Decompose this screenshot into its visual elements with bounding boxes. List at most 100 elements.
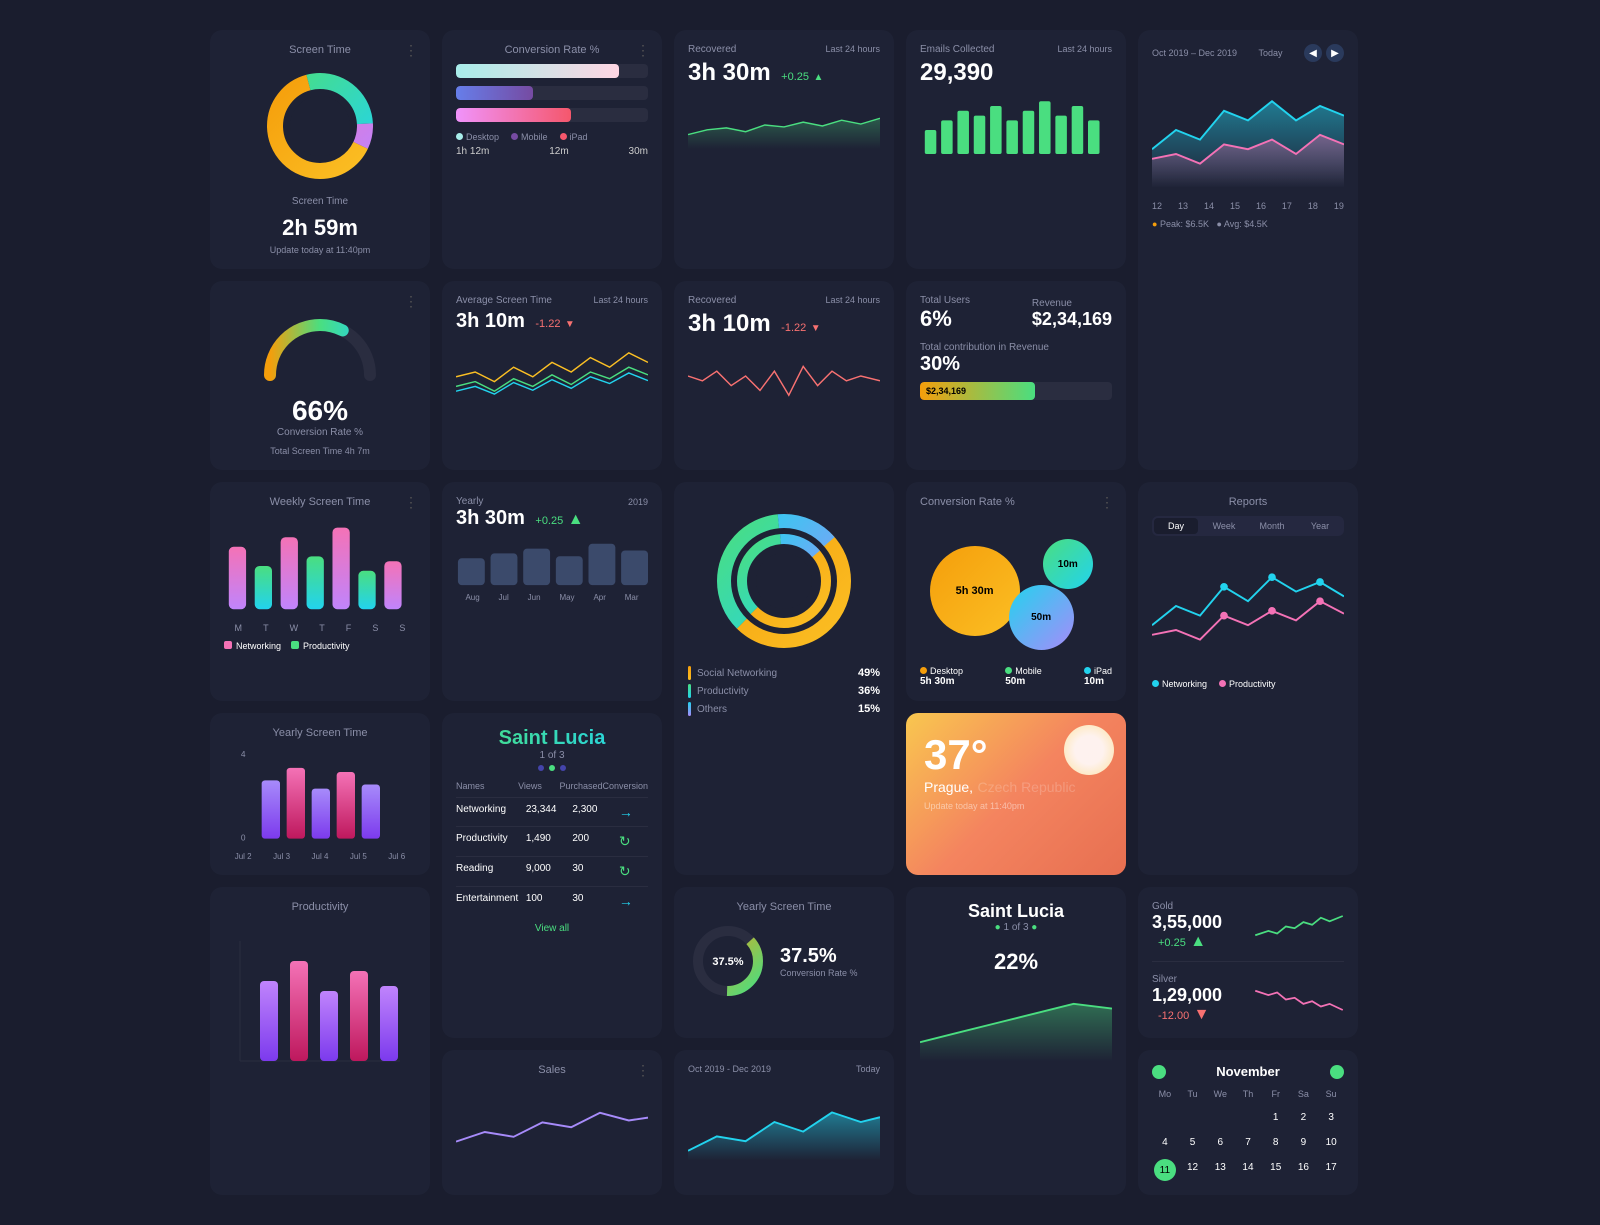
donut-legend: Social Networking 49% Productivity 36% O… bbox=[688, 666, 880, 716]
topright-next[interactable]: ▶ bbox=[1326, 44, 1344, 62]
calendar-month: November bbox=[1216, 1064, 1280, 1079]
total-users-header: Total Users 6% Revenue $2,34,169 bbox=[920, 295, 1112, 332]
tab-month[interactable]: Month bbox=[1250, 518, 1294, 534]
topright-header: Oct 2019 – Dec 2019 Today ◀ ▶ bbox=[1152, 44, 1344, 62]
sl-indicator: ● 1 of 3 ● bbox=[920, 922, 1112, 933]
bubbles-menu[interactable]: ⋮ bbox=[1100, 494, 1114, 511]
bar-legend: Desktop Mobile iPad bbox=[456, 132, 648, 142]
topright-period: Oct 2019 – Dec 2019 bbox=[1152, 48, 1237, 58]
extra-chart bbox=[224, 921, 416, 1081]
bubble-legend-ipad: iPad10m bbox=[1084, 666, 1112, 687]
saint-lucia-dots bbox=[456, 765, 648, 771]
oct-chart bbox=[688, 1082, 880, 1162]
legend-networking: Networking bbox=[224, 641, 281, 651]
weekly-menu[interactable]: ⋮ bbox=[404, 494, 418, 511]
sales-card: Sales ⋮ bbox=[442, 1050, 662, 1195]
tab-day[interactable]: Day bbox=[1154, 518, 1198, 534]
svg-text:37.5%: 37.5% bbox=[712, 956, 743, 968]
bar-fill-desktop bbox=[456, 64, 619, 78]
today-cell[interactable]: 11 bbox=[1154, 1159, 1176, 1181]
recovered2-value-row: 3h 10m -1.22 ▼ bbox=[688, 310, 880, 338]
table-row: Reading 9,000 30 ↻ bbox=[456, 857, 648, 887]
tab-year[interactable]: Year bbox=[1298, 518, 1342, 534]
screen-time-extra-card: Productivity bbox=[210, 887, 430, 1195]
legend-ipad: iPad bbox=[560, 132, 588, 142]
table-row: Productivity 1,490 200 ↻ bbox=[456, 827, 648, 857]
bubbles-legend: Desktop5h 30m Mobile50m iPad10m bbox=[920, 666, 1112, 687]
conv-bar-menu[interactable]: ⋮ bbox=[636, 42, 650, 59]
topright-chart bbox=[1152, 70, 1344, 190]
recovered1-chart bbox=[688, 95, 880, 155]
gold-info: Gold 3,55,000 +0.25 ▲ bbox=[1152, 901, 1222, 951]
yearly-header: Yearly 2019 bbox=[456, 496, 648, 507]
yearly-bar-chart bbox=[456, 538, 648, 588]
bar-row-desktop bbox=[456, 64, 648, 78]
reports-legend: Networking Productivity bbox=[1152, 679, 1344, 689]
revenue-section: Revenue $2,34,169 bbox=[1032, 298, 1112, 330]
tab-week[interactable]: Week bbox=[1202, 518, 1246, 534]
gauge-value: 66% bbox=[224, 395, 416, 427]
topright-stats: ● Peak: $6.5K ● Avg: $4.5K bbox=[1152, 219, 1344, 229]
svg-text:0: 0 bbox=[241, 832, 246, 842]
screen-time-donut bbox=[224, 66, 416, 186]
oct-header: Oct 2019 - Dec 2019 Today bbox=[688, 1064, 880, 1074]
contribution-section: Total contribution in Revenue 30% $2,34,… bbox=[920, 342, 1112, 400]
bubble-desktop: 5h 30m bbox=[930, 546, 1020, 636]
weather-card: 37° Prague, Czech Republic Update today … bbox=[906, 713, 1126, 875]
oct-bottom-card: Oct 2019 - Dec 2019 Today bbox=[674, 1050, 894, 1195]
sales-menu[interactable]: ⋮ bbox=[636, 1062, 650, 1079]
gauge-menu[interactable]: ⋮ bbox=[404, 293, 418, 310]
yearly-bar-svg: 4 0 bbox=[224, 747, 416, 847]
reports-chart bbox=[1152, 546, 1344, 666]
yearly-x-labels: AugJulJunMayAprMar bbox=[456, 593, 648, 602]
gauge-svg-container bbox=[224, 305, 416, 385]
yearly-bar-card: Yearly Screen Time 4 0 Jul 2Jul 3Jul 4 bbox=[210, 713, 430, 875]
bubble-legend-mobile: Mobile50m bbox=[1005, 666, 1042, 687]
calendar-days-header: Mo Tu We Th Fr Sa Su bbox=[1152, 1087, 1344, 1101]
emails-card: Emails Collected Last 24 hours 29,390 bbox=[906, 30, 1126, 269]
bubbles-container: 5h 30m 10m 50m bbox=[920, 526, 1112, 656]
bubbles-card: Conversion Rate % ⋮ 5h 30m 10m 50m Deskt… bbox=[906, 482, 1126, 701]
recovered2-chart bbox=[688, 346, 880, 406]
recovered1-value: 3h 30m +0.25 ▲ bbox=[688, 59, 880, 87]
recovered-card-1: Recovered Last 24 hours 3h 30m +0.25 ▲ bbox=[674, 30, 894, 269]
topright-card: Oct 2019 – Dec 2019 Today ◀ ▶ bbox=[1138, 30, 1358, 470]
sl-bottom-header: Saint Lucia ● 1 of 3 ● bbox=[920, 901, 1112, 933]
recovered1-header: Recovered Last 24 hours bbox=[688, 44, 880, 55]
legend-productivity: Productivity 36% bbox=[688, 684, 880, 698]
bar-values: 1h 12m 12m 30m bbox=[456, 146, 648, 157]
legend-productivity: Productivity bbox=[291, 641, 350, 651]
calendar-header: November bbox=[1152, 1064, 1344, 1079]
calendar-week3: 11 12 13 14 15 16 17 bbox=[1152, 1159, 1344, 1181]
yearly-screen-card: Yearly Screen Time 37.5% 37.5% Conversio… bbox=[674, 887, 894, 1038]
screen-time-card: Screen Time ⋮ bbox=[210, 30, 430, 269]
saint-lucia-card: Saint Lucia 1 of 3 Names Views Purchased… bbox=[442, 713, 662, 1038]
topright-prev[interactable]: ◀ bbox=[1304, 44, 1322, 62]
emails-value: 29,390 bbox=[920, 59, 1112, 87]
yearly-screen-content: 37.5% 37.5% Conversion Rate % bbox=[688, 921, 880, 1001]
donut-big-card: Social Networking 49% Productivity 36% O… bbox=[674, 482, 894, 875]
cal-indicator2 bbox=[1330, 1065, 1344, 1079]
gold-silver-card: Gold 3,55,000 +0.25 ▲ Silver 1,29,000 -1… bbox=[1138, 887, 1358, 1038]
avg-screen-chart bbox=[456, 337, 648, 407]
yearly-bar-title: Yearly Screen Time bbox=[224, 727, 416, 739]
sl-chart bbox=[920, 983, 1112, 1063]
saint-lucia-header: Saint Lucia 1 of 3 bbox=[456, 727, 648, 771]
bar-row-ipad bbox=[456, 108, 648, 122]
bar-row-mobile bbox=[456, 86, 648, 100]
saint-lucia-table: Names Views Purchased Conversion Network… bbox=[456, 781, 648, 915]
screen-time-update: Update today at 11:40pm bbox=[270, 245, 370, 255]
reports-legend-productivity: Productivity bbox=[1219, 679, 1276, 689]
contribution-bar: $2,34,169 bbox=[920, 382, 1112, 400]
dashboard: Screen Time ⋮ bbox=[210, 30, 1390, 1195]
view-all-button[interactable]: View all bbox=[456, 923, 648, 934]
topright-x-axis: 1213141516171819 bbox=[1152, 201, 1344, 211]
topright-controls: ◀ ▶ bbox=[1304, 44, 1344, 62]
screen-time-menu[interactable]: ⋮ bbox=[404, 42, 418, 59]
sl-pct: 22% bbox=[920, 949, 1112, 975]
sales-title: Sales bbox=[456, 1064, 648, 1076]
yearly-screen-title: Yearly Screen Time bbox=[688, 901, 880, 913]
gauge-sub: Total Screen Time 4h 7m bbox=[224, 446, 416, 456]
weekly-title: Weekly Screen Time bbox=[224, 496, 416, 508]
gold-section: Gold 3,55,000 +0.25 ▲ bbox=[1152, 901, 1344, 962]
